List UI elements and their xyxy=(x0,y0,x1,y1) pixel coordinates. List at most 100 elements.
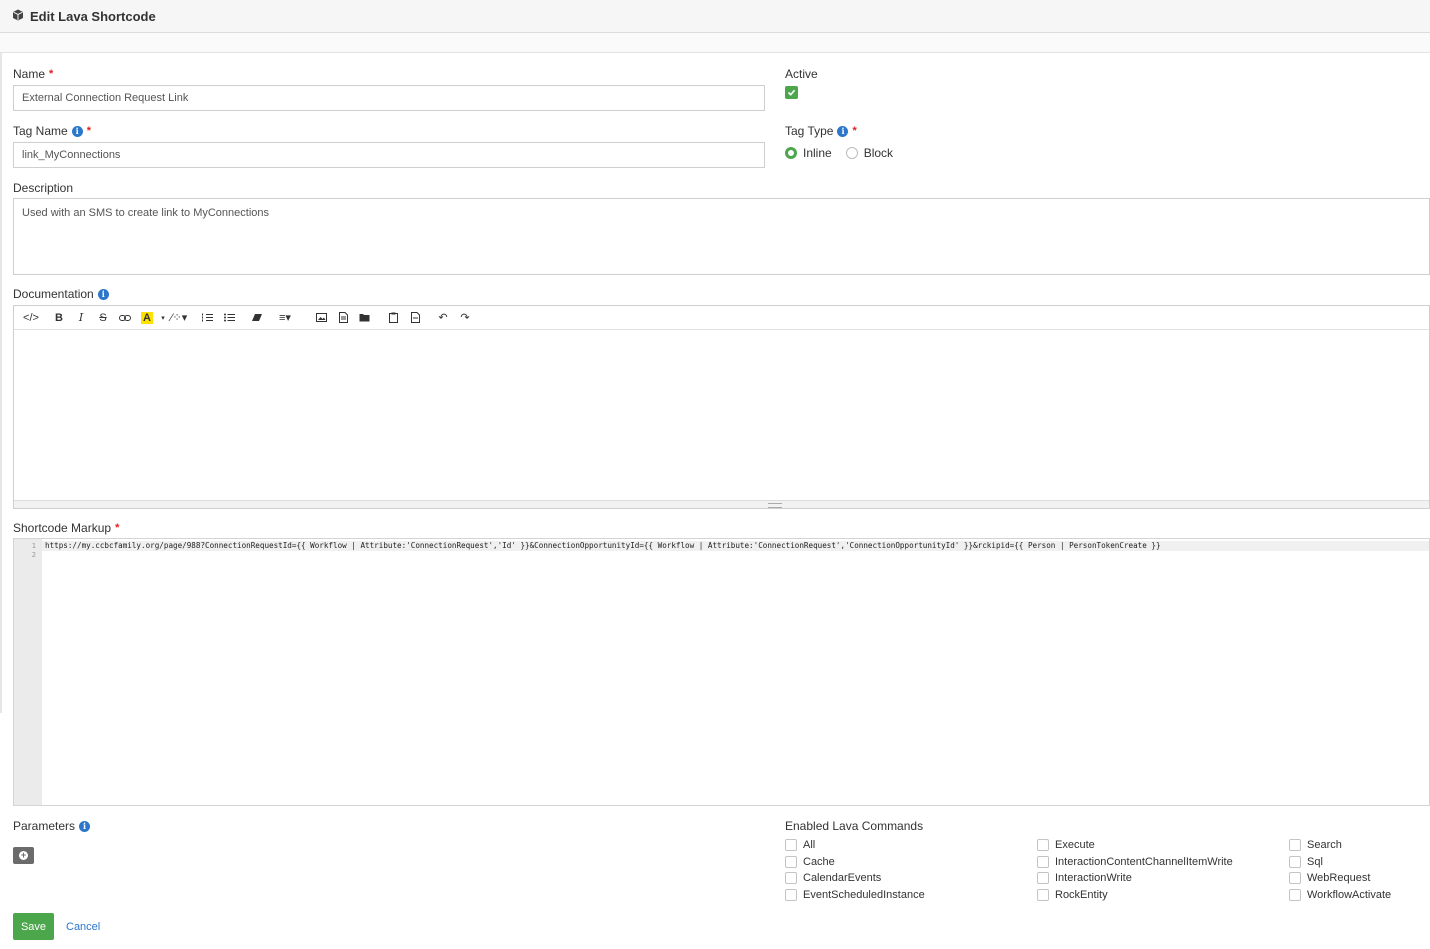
line-number: 1 xyxy=(31,542,36,550)
required-marker: * xyxy=(49,68,54,80)
redo-icon[interactable]: ↷ xyxy=(454,309,476,327)
cancel-link[interactable]: Cancel xyxy=(66,921,100,933)
command-checkbox-workflowactivate[interactable]: WorkflowActivate xyxy=(1289,889,1391,901)
enabled-lava-commands-label: Enabled Lava Commands xyxy=(785,819,923,833)
command-label: RockEntity xyxy=(1055,889,1108,901)
command-label: InteractionContentChannelItemWrite xyxy=(1055,856,1233,868)
enabled-lava-commands-label-text: Enabled Lava Commands xyxy=(785,819,924,833)
command-label: Cache xyxy=(803,856,835,868)
description-value: Used with an SMS to create link to MyCon… xyxy=(22,207,270,219)
checkbox-icon xyxy=(1289,872,1301,884)
tag-type-inline-radio[interactable]: Inline xyxy=(785,146,832,160)
align-icon[interactable]: ≡▾ xyxy=(274,309,296,327)
magic-wand-icon[interactable]: ⁄⁘▾ xyxy=(168,309,190,327)
text-color-icon[interactable]: A xyxy=(136,309,158,327)
left-edge-divider xyxy=(0,53,2,713)
panel-subheader xyxy=(0,33,1430,53)
checkbox-icon xyxy=(1037,839,1049,851)
checkbox-icon xyxy=(1289,856,1301,868)
page-title: Edit Lava Shortcode xyxy=(30,9,156,24)
command-label: WebRequest xyxy=(1307,872,1371,884)
parameters-label-text: Parameters xyxy=(13,819,76,833)
command-label: All xyxy=(803,839,816,851)
active-checkbox[interactable] xyxy=(785,86,798,99)
checkbox-icon xyxy=(785,839,797,851)
save-button[interactable]: Save xyxy=(13,913,54,940)
caret-down-icon[interactable]: ▾ xyxy=(158,309,168,327)
tag-name-input[interactable]: link_MyConnections xyxy=(13,142,765,168)
active-label-text: Active xyxy=(785,67,818,81)
checkbox-icon xyxy=(785,856,797,868)
shortcode-markup-editor[interactable]: 1 2 https://my.ccbcfamily.org/page/988?C… xyxy=(13,538,1430,806)
italic-icon[interactable]: I xyxy=(70,309,92,327)
command-label: CalendarEvents xyxy=(803,872,882,884)
info-icon[interactable]: i xyxy=(837,125,849,137)
command-checkbox-webrequest[interactable]: WebRequest xyxy=(1289,872,1370,884)
command-checkbox-interactionwrite[interactable]: InteractionWrite xyxy=(1037,872,1132,884)
required-marker: * xyxy=(852,125,857,137)
radio-selected-icon xyxy=(785,147,797,159)
folder-icon[interactable] xyxy=(354,309,376,327)
paste-icon[interactable] xyxy=(382,309,404,327)
documentation-label-text: Documentation xyxy=(13,287,94,301)
description-textarea[interactable]: Used with an SMS to create link to MyCon… xyxy=(13,198,1430,275)
command-checkbox-calendarevents[interactable]: CalendarEvents xyxy=(785,872,881,884)
checkbox-icon xyxy=(1289,839,1301,851)
description-label-text: Description xyxy=(13,181,74,195)
name-input-value: External Connection Request Link xyxy=(22,92,189,104)
name-label: Name * xyxy=(13,67,53,81)
unordered-list-icon[interactable] xyxy=(218,309,240,327)
documentation-editor: </> B I S A ▾ ⁄⁘▾ ≡▾ ↶ ↷ xyxy=(13,305,1430,509)
tag-type-radio-group: Inline Block xyxy=(785,146,893,160)
tag-name-input-value: link_MyConnections xyxy=(22,149,121,161)
checkbox-icon xyxy=(1037,889,1049,901)
bold-icon[interactable]: B xyxy=(48,309,70,327)
code-view-icon[interactable]: </> xyxy=(20,309,42,327)
command-label: WorkflowActivate xyxy=(1307,889,1392,901)
add-parameter-button[interactable]: + xyxy=(13,847,34,864)
command-checkbox-sql[interactable]: Sql xyxy=(1289,856,1323,868)
radio-label: Block xyxy=(863,146,894,160)
radio-unselected-icon xyxy=(845,147,858,159)
command-checkbox-search[interactable]: Search xyxy=(1289,839,1342,851)
undo-icon[interactable]: ↶ xyxy=(432,309,454,327)
info-icon[interactable]: i xyxy=(97,288,109,300)
info-icon[interactable]: i xyxy=(71,125,83,137)
checkbox-icon xyxy=(785,889,797,901)
active-label: Active xyxy=(785,67,818,81)
document-icon[interactable] xyxy=(332,309,354,327)
command-checkbox-interactioncontentchannelitemwrite[interactable]: InteractionContentChannelItemWrite xyxy=(1037,856,1233,868)
code-line: https://my.ccbcfamily.org/page/988?Conne… xyxy=(45,541,1161,550)
required-marker: * xyxy=(115,522,120,534)
checkbox-icon xyxy=(1289,889,1301,901)
checkbox-icon xyxy=(1037,856,1049,868)
ordered-list-icon[interactable] xyxy=(196,309,218,327)
editor-toolbar: </> B I S A ▾ ⁄⁘▾ ≡▾ ↶ ↷ xyxy=(14,306,1429,330)
info-icon[interactable]: i xyxy=(79,820,91,832)
line-number: 2 xyxy=(31,551,36,559)
name-input[interactable]: External Connection Request Link xyxy=(13,85,765,111)
tag-type-label: Tag Type i * xyxy=(785,124,857,138)
paste-text-icon[interactable] xyxy=(404,309,426,327)
command-checkbox-eventscheduledinstance[interactable]: EventScheduledInstance xyxy=(785,889,925,901)
command-label: InteractionWrite xyxy=(1055,872,1132,884)
description-label: Description xyxy=(13,181,73,195)
name-label-text: Name xyxy=(13,67,46,81)
documentation-label: Documentation i xyxy=(13,287,109,301)
radio-label: Inline xyxy=(803,146,832,160)
command-checkbox-execute[interactable]: Execute xyxy=(1037,839,1095,851)
strikethrough-icon[interactable]: S xyxy=(92,309,114,327)
image-icon[interactable] xyxy=(310,309,332,327)
required-marker: * xyxy=(86,125,91,137)
tag-name-label: Tag Name i * xyxy=(13,124,91,138)
cube-icon xyxy=(12,9,24,24)
command-label: Sql xyxy=(1307,856,1323,868)
command-checkbox-rockentity[interactable]: RockEntity xyxy=(1037,889,1108,901)
eraser-icon[interactable] xyxy=(246,309,268,327)
command-checkbox-cache[interactable]: Cache xyxy=(785,856,835,868)
tag-type-block-radio[interactable]: Block xyxy=(845,146,894,160)
command-checkbox-all[interactable]: All xyxy=(785,839,815,851)
link-icon[interactable] xyxy=(114,309,136,327)
command-label: EventScheduledInstance xyxy=(803,889,925,901)
editor-resize-handle[interactable] xyxy=(14,500,1429,508)
